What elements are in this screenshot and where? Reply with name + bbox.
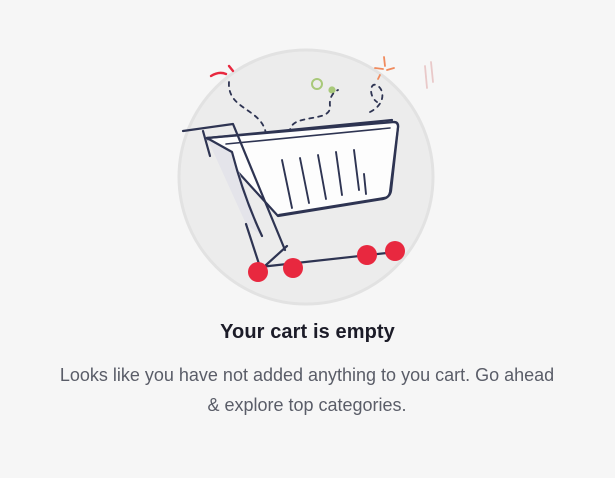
empty-cart-message: Looks like you have not added anything t…: [59, 365, 555, 415]
sparkle-lines-icon: [424, 61, 434, 89]
cart-wheel: [283, 258, 303, 278]
cart-wheel: [385, 241, 405, 261]
empty-cart-title: Your cart is empty: [220, 321, 395, 343]
cart-wheel: [248, 262, 268, 282]
empty-cart-page: Your cart is empty Looks like you have n…: [0, 0, 615, 478]
cart-wheel: [357, 245, 377, 265]
empty-cart-illustration: [177, 48, 435, 306]
